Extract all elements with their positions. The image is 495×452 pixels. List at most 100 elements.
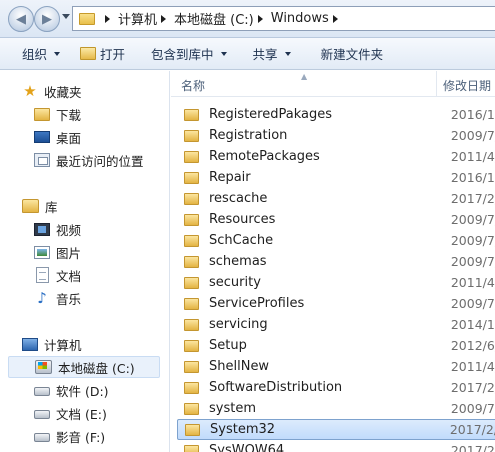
folder-icon bbox=[184, 339, 199, 352]
nav-drive-d-label: 软件 (D:) bbox=[56, 383, 109, 399]
table-row[interactable]: Setup 2012/6/2 bbox=[177, 335, 495, 356]
command-toolbar: 组织 打开 包含到库中 共享 新建文件夹 bbox=[0, 38, 495, 70]
new-folder-button[interactable]: 新建文件夹 bbox=[311, 42, 394, 66]
file-date: 2011/4/1 bbox=[450, 359, 495, 374]
breadcrumb[interactable]: 计算机 本地磁盘 (C:) Windows bbox=[72, 6, 495, 31]
nav-favorites-label: 收藏夹 bbox=[44, 84, 82, 100]
nav-drive-f-label: 影音 (F:) bbox=[56, 429, 106, 445]
column-name-header[interactable]: 名称 bbox=[181, 77, 205, 94]
table-row[interactable]: RemotePackages 2011/4/1 bbox=[177, 146, 495, 167]
file-date: 2014/10/ bbox=[450, 317, 495, 332]
nav-libraries[interactable]: 库 bbox=[22, 195, 58, 217]
breadcrumb-computer[interactable]: 计算机 bbox=[118, 9, 157, 28]
file-date: 2012/6/2 bbox=[450, 338, 495, 353]
file-date: 2011/4/1 bbox=[450, 149, 495, 164]
file-date: 2009/7/1 bbox=[450, 233, 495, 248]
chevron-right-icon[interactable] bbox=[105, 14, 110, 23]
nav-libraries-label: 库 bbox=[45, 199, 58, 215]
share-label: 共享 bbox=[252, 47, 278, 62]
nav-recent-places[interactable]: 最近访问的位置 bbox=[34, 149, 144, 171]
pictures-icon bbox=[34, 245, 50, 259]
table-row[interactable]: security 2011/4/1 bbox=[177, 272, 495, 293]
back-button[interactable]: ◀ bbox=[8, 6, 34, 32]
navigation-pane[interactable]: ★ 收藏夹 下载 桌面 最近访问的位置 库 视频 图片 文档 ♪ 音乐 计算机 本地… bbox=[0, 71, 170, 452]
file-list[interactable]: 名称 ▲ 修改日期 RegisteredPakages 2016/10/Regis… bbox=[171, 71, 495, 452]
open-button[interactable]: 打开 bbox=[70, 42, 135, 66]
nav-downloads[interactable]: 下载 bbox=[34, 103, 81, 125]
drive-icon bbox=[34, 387, 50, 396]
downloads-folder-icon bbox=[34, 107, 50, 121]
computer-icon bbox=[22, 337, 38, 351]
table-row[interactable]: ServiceProfiles 2009/7/1 bbox=[177, 293, 495, 314]
table-row[interactable]: System32 2017/2/2 bbox=[177, 419, 495, 440]
nav-music[interactable]: ♪ 音乐 bbox=[34, 287, 81, 309]
file-name: Setup bbox=[209, 338, 247, 353]
table-row[interactable]: servicing 2014/10/ bbox=[177, 314, 495, 335]
nav-documents[interactable]: 文档 bbox=[34, 264, 81, 286]
file-date: 2009/7/1 bbox=[450, 212, 495, 227]
organize-label: 组织 bbox=[22, 47, 48, 62]
recent-pages-dropdown-icon[interactable] bbox=[62, 14, 70, 19]
nav-drive-d[interactable]: 软件 (D:) bbox=[34, 379, 109, 401]
chevron-right-icon[interactable] bbox=[257, 14, 263, 23]
table-row[interactable]: RegisteredPakages 2016/10/ bbox=[177, 104, 495, 125]
breadcrumb-drive-c[interactable]: 本地磁盘 (C:) bbox=[174, 9, 254, 28]
file-name: Resources bbox=[209, 212, 276, 227]
table-row[interactable]: SoftwareDistribution 2017/2/2 bbox=[177, 377, 495, 398]
nav-documents-label: 文档 bbox=[56, 268, 82, 284]
file-date: 2017/2/2 bbox=[450, 443, 495, 452]
nav-music-label: 音乐 bbox=[56, 291, 82, 307]
folder-icon bbox=[184, 297, 199, 310]
file-name: ServiceProfiles bbox=[209, 296, 305, 311]
drive-icon bbox=[34, 433, 50, 442]
table-row[interactable]: ShellNew 2011/4/1 bbox=[177, 356, 495, 377]
forward-button[interactable]: ▶ bbox=[34, 6, 60, 32]
file-date: 2017/2/2 bbox=[450, 191, 495, 206]
nav-drive-e-label: 文档 (E:) bbox=[56, 406, 107, 422]
table-row[interactable]: Resources 2009/7/1 bbox=[177, 209, 495, 230]
share-button[interactable]: 共享 bbox=[243, 42, 301, 66]
address-bar: ◀ ▶ 计算机 本地磁盘 (C:) Windows bbox=[0, 0, 495, 38]
column-divider[interactable] bbox=[436, 71, 437, 97]
file-date: 2016/10/ bbox=[450, 107, 495, 122]
table-row[interactable]: SchCache 2009/7/1 bbox=[177, 230, 495, 251]
chevron-right-icon[interactable] bbox=[332, 14, 338, 23]
system-drive-icon bbox=[35, 360, 52, 374]
nav-drive-c[interactable]: 本地磁盘 (C:) bbox=[8, 356, 160, 378]
nav-drive-e[interactable]: 文档 (E:) bbox=[34, 402, 107, 424]
recent-places-icon bbox=[34, 153, 50, 167]
desktop-icon bbox=[34, 131, 50, 143]
table-row[interactable]: schemas 2009/7/1 bbox=[177, 251, 495, 272]
file-name: SoftwareDistribution bbox=[209, 380, 343, 395]
nav-videos[interactable]: 视频 bbox=[34, 218, 81, 240]
nav-computer[interactable]: 计算机 bbox=[22, 333, 82, 355]
column-date-header[interactable]: 修改日期 bbox=[443, 77, 491, 94]
nav-favorites[interactable]: ★ 收藏夹 bbox=[22, 80, 82, 102]
folder-icon bbox=[184, 150, 199, 163]
nav-pictures[interactable]: 图片 bbox=[34, 241, 81, 263]
table-row[interactable]: system 2009/7/1 bbox=[177, 398, 495, 419]
table-row[interactable]: SysWOW64 2017/2/2 bbox=[177, 440, 495, 452]
drive-icon bbox=[34, 410, 50, 419]
music-icon: ♪ bbox=[37, 289, 47, 307]
folder-icon bbox=[184, 318, 199, 331]
table-row[interactable]: Repair 2016/10/ bbox=[177, 167, 495, 188]
organize-button[interactable]: 组织 bbox=[12, 42, 70, 66]
nav-drive-f[interactable]: 影音 (F:) bbox=[34, 425, 105, 447]
file-name: Registration bbox=[209, 128, 288, 143]
library-icon bbox=[22, 199, 39, 213]
breadcrumb-windows[interactable]: Windows bbox=[271, 11, 329, 26]
new-folder-label: 新建文件夹 bbox=[320, 47, 384, 62]
nav-downloads-label: 下载 bbox=[56, 107, 82, 123]
file-name: servicing bbox=[209, 317, 268, 332]
dropdown-arrow-icon bbox=[220, 51, 227, 56]
table-row[interactable]: Registration 2009/7/1 bbox=[177, 125, 495, 146]
include-in-library-button[interactable]: 包含到库中 bbox=[141, 42, 237, 66]
folder-icon bbox=[184, 213, 199, 226]
file-name: ShellNew bbox=[209, 359, 270, 374]
star-icon: ★ bbox=[23, 82, 37, 100]
chevron-right-icon[interactable] bbox=[161, 14, 167, 23]
table-row[interactable]: rescache 2017/2/2 bbox=[177, 188, 495, 209]
open-label: 打开 bbox=[100, 47, 126, 62]
nav-desktop[interactable]: 桌面 bbox=[34, 126, 81, 148]
